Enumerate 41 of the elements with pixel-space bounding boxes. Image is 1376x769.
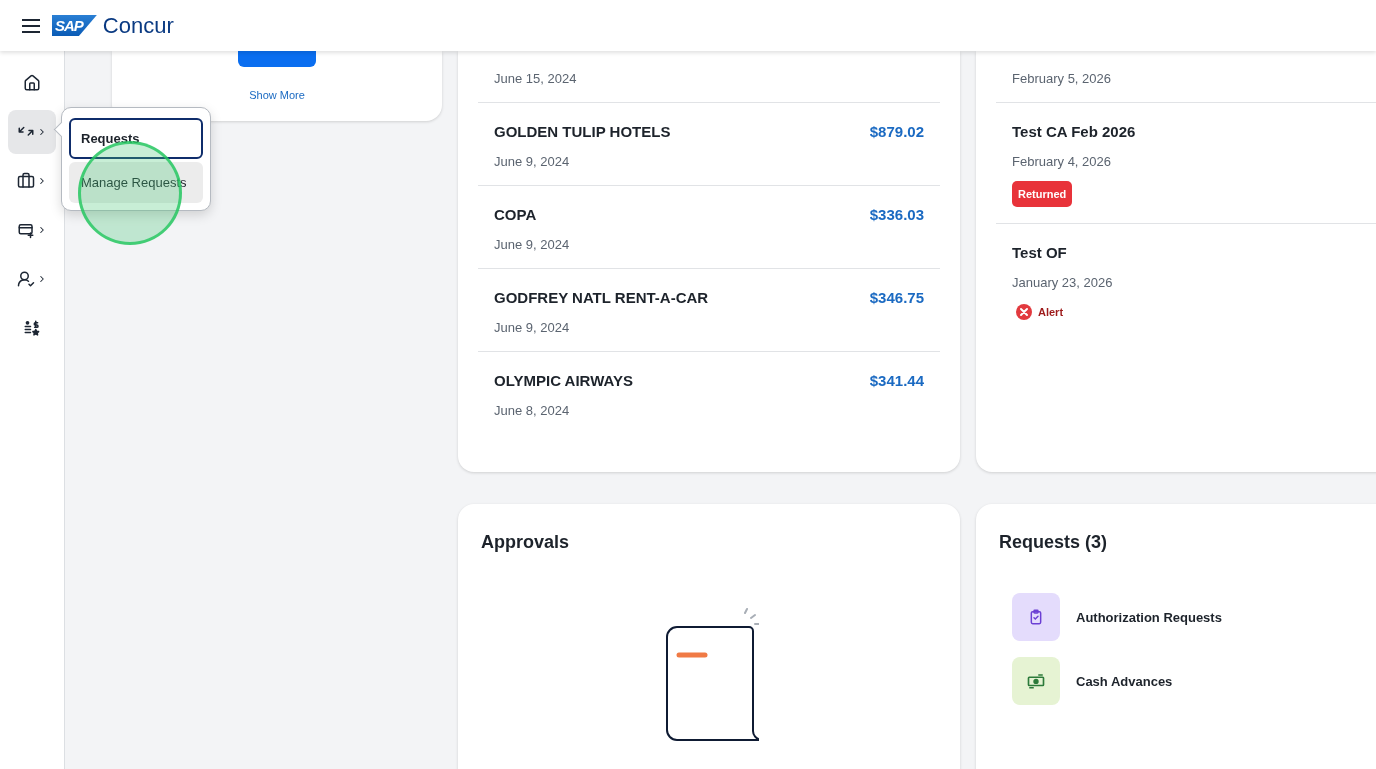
banknote-icon: [1027, 673, 1045, 689]
error-icon: [1016, 304, 1032, 320]
chevron-icon: [37, 176, 47, 186]
user-check-icon: [17, 270, 35, 288]
report-date: January 23, 2026: [1012, 275, 1114, 290]
transaction-date: June 8, 2024: [494, 403, 571, 418]
request-link[interactable]: Authorization Requests: [1012, 593, 1373, 641]
report-date: February 5, 2026: [1012, 71, 1112, 86]
menu-item[interactable]: Requests: [69, 118, 203, 159]
list-dollar-icon: [23, 319, 41, 337]
transaction-title[interactable]: GODFREY NATL RENT-A-CAR: [494, 289, 709, 306]
transaction-date: June 15, 2024: [494, 71, 578, 86]
status-badge: Returned: [1012, 181, 1073, 207]
report-date: February 4, 2026: [1012, 154, 1112, 169]
logo-mark: SAP: [52, 15, 97, 36]
card-plus-icon: [17, 221, 35, 239]
transaction-date: June 9, 2024: [494, 237, 571, 252]
amount: $336.03: [869, 206, 924, 223]
card-title: Approvals: [481, 532, 571, 553]
amount: $346.75: [869, 289, 924, 306]
transaction-title[interactable]: GOLDEN TULIP HOTELS: [494, 123, 671, 140]
transaction-date: June 9, 2024: [494, 320, 571, 335]
amount: $879.02: [869, 123, 924, 140]
transaction-title[interactable]: COPA: [494, 206, 537, 223]
alert-label: Alert: [1038, 306, 1064, 318]
transaction-date: June 9, 2024: [494, 154, 571, 169]
report-title[interactable]: Test CA Feb 2026: [1012, 123, 1136, 140]
clipboard-check-icon: [1028, 609, 1044, 625]
amount: $341.44: [869, 372, 924, 389]
request-link[interactable]: Cash Advances: [1012, 657, 1373, 705]
chevron-icon: [37, 127, 47, 137]
transaction-title[interactable]: OLYMPIC AIRWAYS: [494, 372, 633, 389]
chevron-icon: [37, 225, 47, 235]
report-title[interactable]: Test OF: [1012, 244, 1067, 261]
show-more-link[interactable]: Show More: [249, 89, 305, 101]
logo-text: Concur: [102, 12, 174, 39]
menu-icon[interactable]: [22, 18, 40, 33]
briefcase-icon: [17, 172, 35, 190]
chevron-icon: [37, 274, 47, 284]
home-icon: [23, 74, 41, 92]
card-title: Requests (3): [999, 532, 1109, 553]
